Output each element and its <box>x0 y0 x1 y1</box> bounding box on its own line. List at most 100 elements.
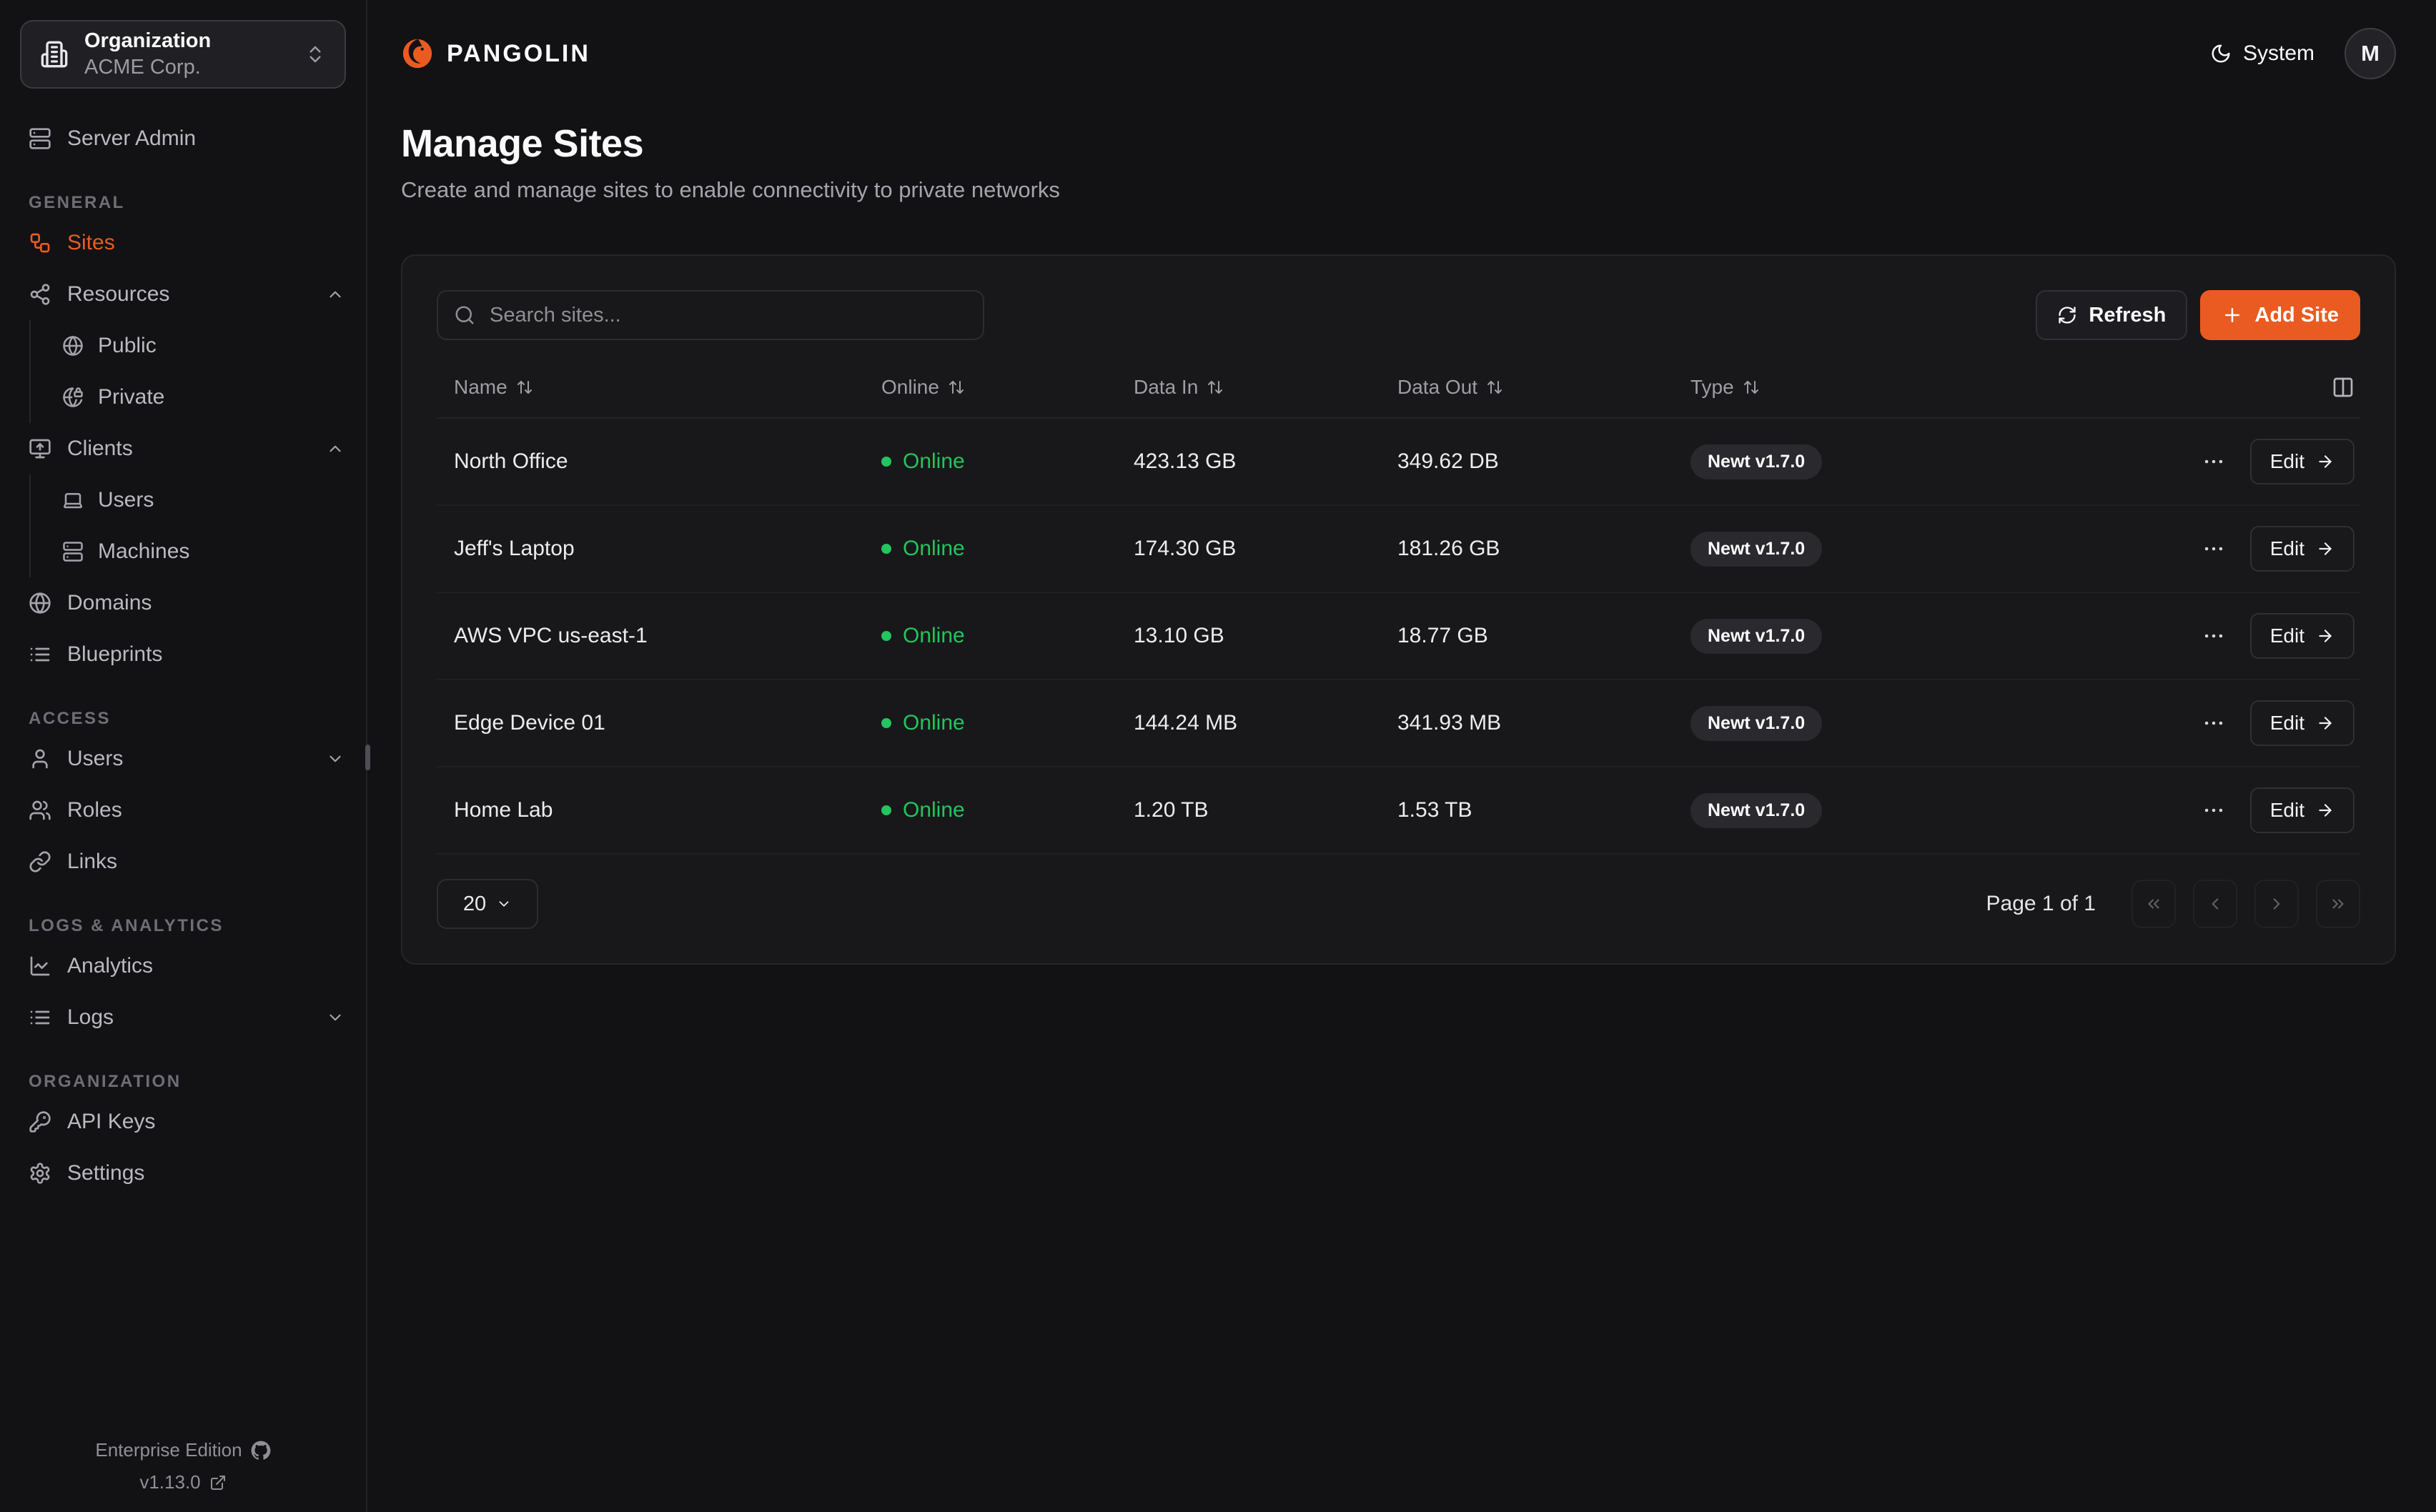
chevron-right-icon <box>2267 895 2286 913</box>
sidebar-item-private[interactable]: Private <box>31 372 352 423</box>
sidebar-item-label: Domains <box>67 591 152 615</box>
site-data-out: 349.62 DB <box>1380 449 1673 474</box>
toolbar-actions: Refresh Add Site <box>2036 290 2360 340</box>
site-data-in: 174.30 GB <box>1116 537 1380 561</box>
first-page-button[interactable] <box>2132 880 2176 928</box>
row-menu-button[interactable] <box>2197 794 2230 827</box>
user-avatar[interactable]: M <box>2345 28 2396 79</box>
site-status: Online <box>864 711 1116 735</box>
row-menu-button[interactable] <box>2197 532 2230 565</box>
sidebar-item-machines[interactable]: Machines <box>31 526 352 577</box>
sidebar-item-logs[interactable]: Logs <box>0 992 352 1043</box>
org-switcher-text: Organization ACME Corp. <box>84 29 289 80</box>
globe-icon <box>29 592 51 615</box>
sidebar-item-domains[interactable]: Domains <box>0 577 352 629</box>
row-actions: Edit <box>2124 439 2360 484</box>
sidebar-item-resources[interactable]: Resources <box>0 269 352 320</box>
site-type-cell: Newt v1.7.0 <box>1673 619 2124 654</box>
ellipsis-icon <box>2202 798 2226 822</box>
column-header-data-out[interactable]: Data Out <box>1380 376 1673 399</box>
row-menu-button[interactable] <box>2197 707 2230 740</box>
sidebar-item-public[interactable]: Public <box>31 320 352 372</box>
site-type-cell: Newt v1.7.0 <box>1673 532 2124 567</box>
edit-button[interactable]: Edit <box>2250 439 2355 484</box>
last-page-button[interactable] <box>2316 880 2360 928</box>
sidebar-item-label: Settings <box>67 1161 144 1185</box>
edit-button[interactable]: Edit <box>2250 526 2355 572</box>
page-subtitle: Create and manage sites to enable connec… <box>401 177 2396 203</box>
edit-label: Edit <box>2270 712 2304 735</box>
version-line[interactable]: v1.13.0 <box>139 1471 226 1493</box>
column-header-type[interactable]: Type <box>1673 376 2124 399</box>
refresh-icon <box>2057 305 2077 325</box>
row-menu-button[interactable] <box>2197 620 2230 652</box>
org-switcher[interactable]: Organization ACME Corp. <box>20 20 346 89</box>
edition-line[interactable]: Enterprise Edition <box>95 1439 270 1461</box>
chevron-down-icon <box>326 750 345 768</box>
add-site-button[interactable]: Add Site <box>2200 290 2360 340</box>
brand-logo[interactable]: PANGOLIN <box>401 37 590 70</box>
edit-button[interactable]: Edit <box>2250 613 2355 659</box>
sidebar-subgroup-clients: Users Machines <box>29 474 352 577</box>
search-icon <box>454 304 475 326</box>
sidebar: Organization ACME Corp. Server Admin GEN… <box>0 0 367 1512</box>
previous-page-button[interactable] <box>2193 880 2237 928</box>
sidebar-item-blueprints[interactable]: Blueprints <box>0 629 352 680</box>
column-visibility-button[interactable] <box>2124 376 2360 399</box>
sidebar-item-analytics[interactable]: Analytics <box>0 940 352 992</box>
add-site-label: Add Site <box>2254 304 2339 327</box>
globe-lock-icon <box>62 387 84 408</box>
online-label: Online <box>903 711 965 735</box>
column-header-name[interactable]: Name <box>437 376 864 399</box>
site-data-out: 181.26 GB <box>1380 537 1673 561</box>
chevron-left-icon <box>2206 895 2224 913</box>
site-status: Online <box>864 798 1116 822</box>
sidebar-item-roles[interactable]: Roles <box>0 785 352 836</box>
site-type-badge: Newt v1.7.0 <box>1690 619 1822 654</box>
site-type-cell: Newt v1.7.0 <box>1673 793 2124 828</box>
arrow-right-icon <box>2316 452 2334 471</box>
column-header-online[interactable]: Online <box>864 376 1116 399</box>
sidebar-resize-handle[interactable] <box>365 745 370 770</box>
sidebar-item-links[interactable]: Links <box>0 836 352 887</box>
table-row: Jeff's Laptop Online 174.30 GB 181.26 GB… <box>437 506 2360 593</box>
sidebar-item-settings[interactable]: Settings <box>0 1148 352 1199</box>
sidebar-item-client-users[interactable]: Users <box>31 474 352 526</box>
column-header-data-in[interactable]: Data In <box>1116 376 1380 399</box>
sidebar-item-sites[interactable]: Sites <box>0 217 352 269</box>
moon-icon <box>2210 43 2232 64</box>
sort-arrows-icon <box>516 379 533 396</box>
columns-icon <box>2332 376 2355 399</box>
sidebar-item-label: Logs <box>67 1005 114 1030</box>
next-page-button[interactable] <box>2254 880 2299 928</box>
site-data-in: 1.20 TB <box>1116 798 1380 822</box>
chevron-up-icon <box>326 285 345 304</box>
refresh-label: Refresh <box>2089 304 2166 327</box>
sidebar-item-clients[interactable]: Clients <box>0 423 352 474</box>
sidebar-nav: Server Admin GENERAL Sites Resources Pub… <box>0 109 366 1439</box>
site-name: Home Lab <box>437 798 864 822</box>
chevron-down-icon <box>496 896 512 912</box>
refresh-button[interactable]: Refresh <box>2036 290 2187 340</box>
site-data-in: 423.13 GB <box>1116 449 1380 474</box>
edit-button[interactable]: Edit <box>2250 787 2355 833</box>
sidebar-item-users[interactable]: Users <box>0 733 352 785</box>
theme-toggle-button[interactable]: System <box>2210 41 2314 66</box>
rows-per-page-select[interactable]: 20 <box>437 879 538 929</box>
table-row: Home Lab Online 1.20 TB 1.53 TB Newt v1.… <box>437 767 2360 855</box>
sidebar-item-server-admin[interactable]: Server Admin <box>0 113 352 164</box>
version-label: v1.13.0 <box>139 1471 200 1493</box>
org-switcher-label: Organization <box>84 29 289 54</box>
edit-button[interactable]: Edit <box>2250 700 2355 746</box>
chevrons-left-icon <box>2144 895 2163 913</box>
sidebar-section-general: GENERAL <box>29 193 352 213</box>
row-menu-button[interactable] <box>2197 445 2230 478</box>
search-sites-input[interactable] <box>488 303 967 328</box>
sidebar-item-label: Analytics <box>67 954 153 978</box>
sidebar-item-label: Users <box>98 488 154 512</box>
row-actions: Edit <box>2124 526 2360 572</box>
sidebar-item-label: Sites <box>67 231 115 255</box>
sidebar-item-api-keys[interactable]: API Keys <box>0 1096 352 1148</box>
topbar-right: System M <box>2210 28 2396 79</box>
pangolin-logo-icon <box>401 37 434 70</box>
